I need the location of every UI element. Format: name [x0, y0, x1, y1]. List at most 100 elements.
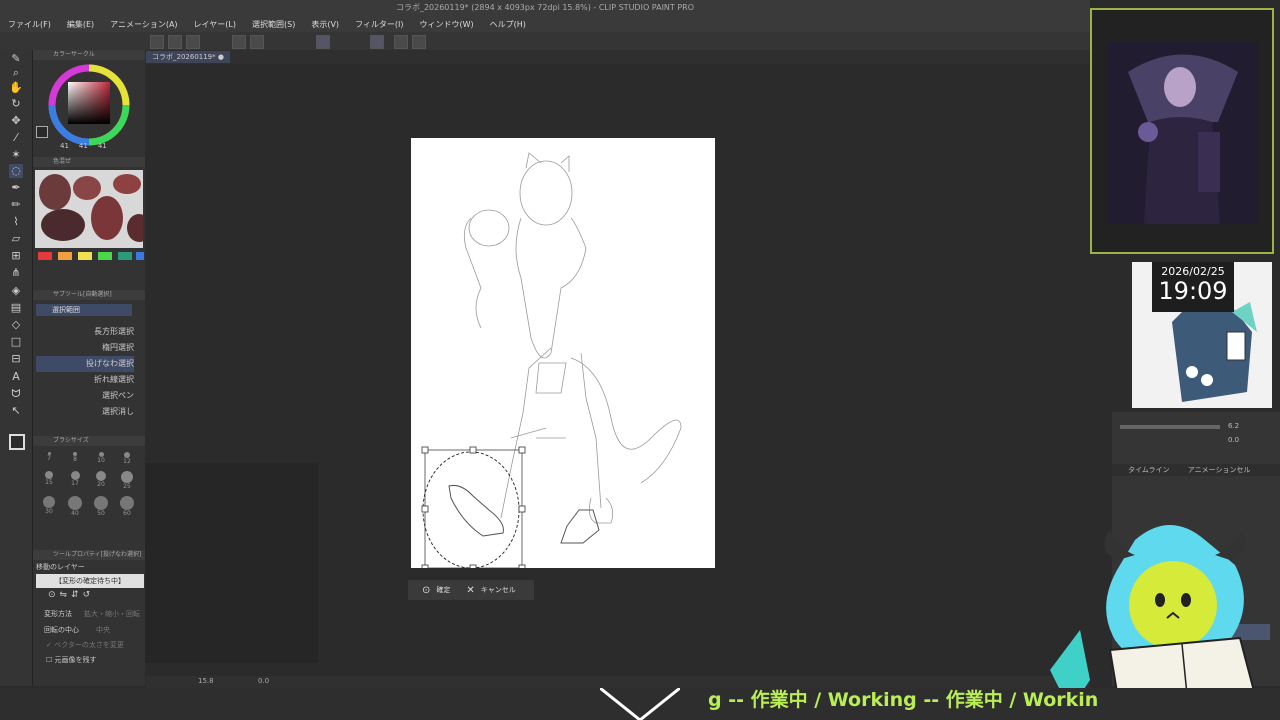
cancel-label: キャンセル [480, 586, 516, 594]
palette-green-swatch[interactable] [98, 252, 112, 260]
brush-size-header: ブラシサイズ [33, 436, 145, 446]
eraser-icon[interactable]: ▱ [9, 232, 23, 246]
green-value: 41 [78, 142, 88, 150]
palette-orange-swatch[interactable] [58, 252, 72, 260]
blue-value: 41 [97, 142, 107, 150]
menu-animation[interactable]: アニメーション(A) [110, 19, 177, 30]
sparkle-icon[interactable]: ✶ [9, 148, 23, 162]
brush-size-60[interactable]: 60 [114, 496, 140, 517]
redo-icon[interactable] [250, 35, 264, 49]
menu-help[interactable]: ヘルプ(H) [490, 19, 526, 30]
brush-size-12[interactable]: 12 [114, 452, 140, 465]
menu-edit[interactable]: 編集(E) [67, 19, 94, 30]
eyedropper-icon[interactable]: ⁄ [9, 131, 23, 145]
pen-tool-icon[interactable]: ✒ [9, 181, 23, 195]
rotate-left-icon[interactable]: ⊙ [48, 590, 56, 604]
lasso-icon[interactable]: ◌ [9, 164, 23, 178]
rgb-values: 41 41 41 [60, 142, 107, 150]
save-icon[interactable] [186, 35, 200, 49]
gradient-icon[interactable]: ▤ [9, 301, 23, 315]
new-file-icon[interactable] [150, 35, 164, 49]
document-tab-bar [146, 50, 1090, 64]
frame-icon[interactable]: ⊟ [9, 352, 23, 366]
brush-size-50[interactable]: 50 [88, 496, 114, 517]
tab-timeline[interactable]: タイムライン [1128, 466, 1170, 474]
palette-red-swatch[interactable] [38, 252, 52, 260]
tab-animation-cel[interactable]: アニメーションセル [1188, 466, 1251, 474]
operation-icon[interactable]: ↖ [9, 404, 23, 418]
vector-thickness-option[interactable]: ✓ ベクターの太さを変更 [46, 640, 124, 650]
color-mix-header: 色混ぜ [33, 157, 145, 167]
hand-icon[interactable]: ✋ [9, 81, 23, 95]
opacity-slider[interactable] [1120, 425, 1220, 429]
move-icon[interactable]: ✥ [9, 114, 23, 128]
grid-icon[interactable]: ⊞ [9, 249, 23, 263]
brush-size-8[interactable]: 8 [62, 452, 88, 465]
brush-size-20[interactable]: 20 [88, 471, 114, 490]
menu-selection[interactable]: 選択範囲(S) [252, 19, 295, 30]
brush-size-25[interactable]: 25 [114, 471, 140, 490]
text-icon[interactable]: A [9, 370, 23, 384]
close-tab-icon[interactable]: ● [218, 53, 224, 61]
brush-size-30[interactable]: 30 [36, 496, 62, 517]
brush-size-10[interactable]: 10 [88, 452, 114, 465]
menu-window[interactable]: ウィンドウ(W) [420, 19, 474, 30]
cancel-button[interactable]: ✕ キャンセル [466, 585, 515, 596]
brush-size-7[interactable]: 7 [36, 452, 62, 465]
subtool-selection-pen[interactable]: 選択ペン [36, 388, 134, 404]
snap-icon[interactable] [412, 35, 426, 49]
menu-bar: ファイル(F) 編集(E) アニメーション(A) レイヤー(L) 選択範囲(S)… [0, 16, 1090, 32]
subtool-rect-select[interactable]: 長方形選択 [36, 324, 134, 340]
current-color-swatch[interactable] [36, 126, 48, 138]
transform-method-label: 変形方法 [44, 610, 72, 618]
angle-value[interactable]: 0.0 [258, 677, 269, 685]
blend-icon[interactable]: ⋔ [9, 266, 23, 280]
document-tab[interactable]: コラボ_20260119* ● [146, 51, 230, 63]
check-icon: ⊙ [422, 584, 431, 596]
working-ticker: g -- 作業中 / Working -- 作業中 / Workin [708, 689, 1099, 711]
ruler-icon[interactable] [394, 35, 408, 49]
menu-file[interactable]: ファイル(F) [8, 19, 51, 30]
shape-icon[interactable]: □ [9, 335, 23, 349]
reset-icon[interactable]: ↺ [83, 590, 91, 604]
subtool-selection-eraser[interactable]: 選択消し [36, 404, 134, 420]
rotate-icon[interactable]: ↻ [9, 97, 23, 111]
figure-icon[interactable]: ◇ [9, 318, 23, 332]
fill-icon[interactable]: ◈ [9, 284, 23, 298]
subtool-lasso-select[interactable]: 投げなわ選択 [36, 356, 134, 372]
undo-icon[interactable] [232, 35, 246, 49]
transform-icon[interactable] [316, 35, 330, 49]
palette-yellow-swatch[interactable] [78, 252, 92, 260]
subtool-ellipse-select[interactable]: 楕円選択 [36, 340, 134, 356]
brush-icon[interactable]: ⌇ [9, 215, 23, 229]
reference-image [1108, 42, 1258, 224]
palette-blue-swatch[interactable] [136, 252, 144, 260]
menu-view[interactable]: 表示(V) [311, 19, 339, 30]
brush-size-17[interactable]: 17 [62, 471, 88, 490]
flip-horizontal-icon[interactable]: ⇋ [60, 590, 68, 604]
brush-size-15[interactable]: 15 [36, 471, 62, 490]
drawing-canvas[interactable] [411, 138, 715, 568]
brush-size-40[interactable]: 40 [62, 496, 88, 517]
selection-icon[interactable] [370, 35, 384, 49]
pencil-icon[interactable]: ✏ [9, 198, 23, 212]
confirm-button[interactable]: ⊙ 確定 [422, 585, 450, 596]
main-color-icon[interactable] [9, 434, 25, 450]
rotation-center-select[interactable]: 中央 [96, 625, 110, 635]
balloon-icon[interactable]: ᗢ [9, 387, 23, 401]
zoom-icon[interactable]: ⌕ [9, 66, 23, 80]
menu-filter[interactable]: フィルター(I) [355, 19, 403, 30]
transform-method-select[interactable]: 拡大・縮小・回転 [84, 609, 140, 619]
flip-vertical-icon[interactable]: ⇵ [71, 590, 79, 604]
subtool-polyline-select[interactable]: 折れ線選択 [36, 372, 134, 388]
palette-teal-swatch[interactable] [118, 252, 132, 260]
subtool-group[interactable]: 選択範囲 [36, 304, 132, 316]
open-file-icon[interactable] [168, 35, 182, 49]
color-mix-canvas[interactable] [35, 170, 143, 248]
menu-layer[interactable]: レイヤー(L) [194, 19, 236, 30]
pen-icon[interactable]: ✎ [9, 52, 23, 66]
brush-size-grid: 7 8 10 12 15 17 20 25 30 40 50 60 [36, 452, 140, 517]
color-wheel[interactable] [46, 62, 132, 148]
zoom-value[interactable]: 15.8 [198, 677, 214, 685]
keep-original-option[interactable]: ☐ 元画像を残す [46, 655, 97, 665]
